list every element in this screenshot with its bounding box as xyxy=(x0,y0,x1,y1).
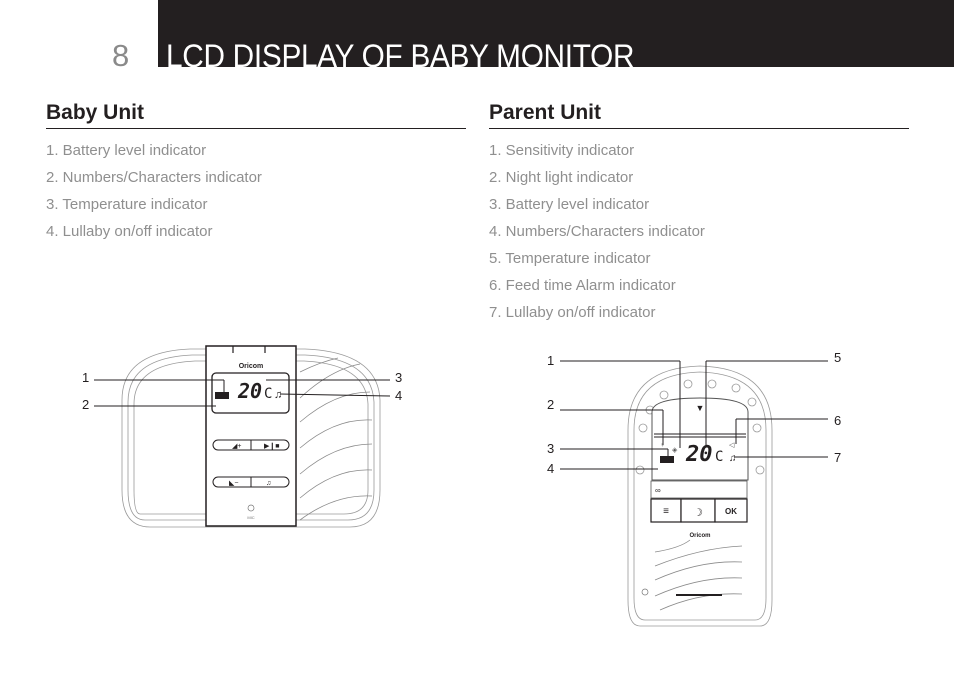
parent-callout-2: 2 xyxy=(547,397,554,412)
parent-brand-logo: Oricom xyxy=(689,533,710,539)
link-icon: ∞ xyxy=(655,486,661,495)
parent-callout-4: 4 xyxy=(547,461,554,476)
parent-callout-6: 6 xyxy=(834,413,841,428)
parent-unit-diagram: ▼ ♀ ◈ 20 C ◁ ♫ ∞ ≡ ☽ OK Oricom 1 2 3 4 5… xyxy=(547,350,841,627)
parent-lcd-temperature: 20 xyxy=(685,442,713,467)
parent-mic-icon xyxy=(641,588,649,596)
parent-status-bar xyxy=(650,480,748,499)
menu-icon: ≡ xyxy=(663,506,669,517)
feed-alarm-icon: ◁ xyxy=(729,442,735,449)
parent-callout-3: 3 xyxy=(547,441,554,456)
ok-label: OK xyxy=(725,507,737,516)
parent-callout-5: 5 xyxy=(834,350,841,365)
parent-lcd-unit: C xyxy=(715,449,723,465)
parent-speaker-grille xyxy=(654,539,743,611)
parent-callout-7: 7 xyxy=(834,450,841,465)
parent-callout-1: 1 xyxy=(547,353,554,368)
parent-lullaby-icon: ♫ xyxy=(729,453,737,464)
parent-battery-icon xyxy=(660,456,674,463)
sensitivity-icon: ◈ xyxy=(672,447,678,454)
talk-icon: ☽ xyxy=(693,507,703,519)
flashlight-icon: ▼ xyxy=(696,403,705,413)
